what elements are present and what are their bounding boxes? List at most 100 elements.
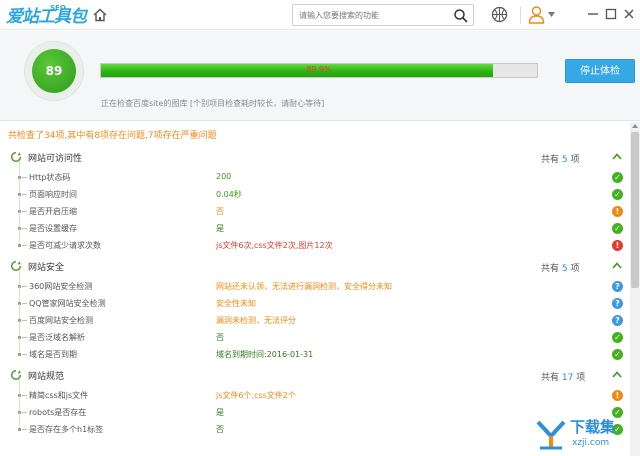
score-ring: 89 <box>24 41 84 101</box>
section-count-suffix: 项 <box>570 264 580 274</box>
tree-dash <box>22 337 27 338</box>
tree-dot <box>18 244 21 247</box>
tree-dash <box>22 228 27 229</box>
home-icon[interactable] <box>92 7 108 23</box>
check-value: 否 <box>216 333 224 342</box>
section-count-prefix: 共有 <box>541 373 560 383</box>
status-info-icon[interactable]: ? <box>612 281 623 292</box>
status-ok-icon[interactable]: ✓ <box>612 349 623 360</box>
section-count-number: 17 <box>561 373 574 383</box>
check-value: 是 <box>216 224 224 233</box>
close-icon[interactable] <box>622 7 636 21</box>
chevron-down-icon[interactable] <box>548 12 555 17</box>
logo-text: 爱站工具包 <box>6 7 87 27</box>
check-row: Http状态码 200 ✓ <box>0 161 640 186</box>
status-ok-icon[interactable]: ✓ <box>612 172 623 183</box>
section-count: 共有 5 项 <box>541 261 580 274</box>
search-box[interactable] <box>292 4 474 26</box>
check-label: 页面响应时间 <box>29 190 77 199</box>
status-info-icon[interactable]: ? <box>612 315 623 326</box>
tree-dash <box>22 286 27 287</box>
watermark-url: xzji.com <box>572 438 610 448</box>
check-label: QQ管家网站安全检测 <box>29 299 106 308</box>
chevron-up-icon[interactable] <box>612 371 622 378</box>
chevron-up-icon[interactable] <box>612 153 622 160</box>
check-label: 是否存在多个h1标签 <box>29 425 104 434</box>
maximize-icon[interactable] <box>604 7 618 21</box>
tree-dash <box>22 354 27 355</box>
check-value: 是 <box>216 408 224 417</box>
check-value: 漏洞未检测，无法评分 <box>216 316 296 325</box>
check-row: 域名是否到期 域名到期时间:2016-01-31 ✓ <box>0 338 640 363</box>
check-row: 百度网站安全检测 漏洞未检测，无法评分? <box>0 304 640 329</box>
tree-dash <box>22 412 27 413</box>
section-title: 网站可访问性 <box>28 154 83 164</box>
score-value: 89 <box>32 49 76 93</box>
check-value: 否 <box>216 425 224 434</box>
check-value: 0.04秒 <box>216 190 242 199</box>
scan-header: 89 89.9% 正在检查百度site的图库 [个别项目检查耗时较长，请耐心等待… <box>0 31 640 121</box>
tree-dash <box>22 395 27 396</box>
minimize-icon[interactable] <box>586 7 600 21</box>
tree-dash <box>22 245 27 246</box>
check-row: QQ管家网站安全检测 安全性未知? <box>0 287 640 312</box>
check-label: 是否开启压缩 <box>29 207 77 216</box>
app-logo[interactable]: 爱站工具包 SEO <box>6 3 87 27</box>
status-ok-icon[interactable]: ✓ <box>612 332 623 343</box>
tree-dash <box>22 320 27 321</box>
status-ok-icon[interactable]: ✓ <box>612 189 623 200</box>
search-input[interactable] <box>299 8 449 22</box>
check-value: 域名到期时间:2016-01-31 <box>216 350 314 359</box>
title-bar: 爱站工具包 SEO <box>0 0 640 30</box>
section-count-suffix: 项 <box>570 155 580 165</box>
section-header[interactable]: 网站可访问性 共有 5 项 <box>0 145 640 169</box>
scroll-up-icon[interactable] <box>632 124 638 128</box>
basketball-icon[interactable] <box>491 6 508 23</box>
status-warn-icon[interactable]: ! <box>612 206 623 217</box>
progress-label: 89.9% <box>306 65 332 74</box>
user-avatar-icon[interactable] <box>528 5 545 24</box>
section-count-prefix: 共有 <box>541 155 560 165</box>
check-value: 200 <box>216 172 232 181</box>
scan-status-text: 正在检查百度site的图库 [个别项目检查耗时较长，请耐心等待] <box>101 99 325 108</box>
section-count: 共有 5 项 <box>541 152 580 165</box>
tree-dot <box>18 428 21 431</box>
scrollbar-thumb[interactable] <box>631 132 639 288</box>
check-label: 精简css和js文件 <box>29 391 89 400</box>
status-info-icon[interactable]: ? <box>612 298 623 309</box>
check-label: 360网站安全检测 <box>29 282 93 291</box>
check-label: 域名是否到期 <box>29 350 77 359</box>
check-label: robots是否存在 <box>29 408 87 417</box>
result-list: 网站可访问性 共有 5 项 Http状态码 200 ✓ 页面响应时间 0.04秒 ✓ 是否开启压… <box>0 145 640 438</box>
tree-dot <box>18 353 21 356</box>
site-watermark: 下载集 xzji.com <box>532 414 636 454</box>
tree-dash <box>22 211 27 212</box>
scan-progress-bar: 89.9% <box>100 63 538 78</box>
check-row: 是否泛域名解析 否 ✓ <box>0 321 640 346</box>
check-row: 是否开启压缩 否! <box>0 195 640 220</box>
section-count: 共有 17 项 <box>541 370 585 383</box>
stop-scan-button[interactable]: 停止体检 <box>565 59 635 83</box>
check-row: 360网站安全检测 网站还未认领，无法进行漏洞检测，安全得分未知? <box>0 270 640 295</box>
status-warn-icon[interactable]: ! <box>612 390 623 401</box>
check-row: 精简css和js文件 js文件6个,css文件2个! <box>0 379 640 404</box>
logo-badge: SEO <box>50 4 66 12</box>
status-err-icon[interactable]: ! <box>612 240 623 251</box>
search-icon[interactable] <box>453 8 468 23</box>
section-count-suffix: 项 <box>576 373 586 383</box>
check-value: 否 <box>216 207 224 216</box>
section-refresh-icon <box>10 369 22 381</box>
section-count-prefix: 共有 <box>541 264 560 274</box>
chevron-up-icon[interactable] <box>612 262 622 269</box>
section-refresh-icon <box>10 260 22 272</box>
section-header[interactable]: 网站规范 共有 17 项 <box>0 363 640 387</box>
title-divider <box>520 6 521 24</box>
section-refresh-icon <box>10 151 22 163</box>
check-row: 是否可减少请求次数 js文件6次,css文件2次,图片12次! <box>0 229 640 254</box>
tree-dash <box>22 429 27 430</box>
check-label: 是否设置缓存 <box>29 224 77 233</box>
status-ok-icon[interactable]: ✓ <box>612 223 623 234</box>
tree-dash <box>22 303 27 304</box>
check-label: 百度网站安全检测 <box>29 316 93 325</box>
section-header[interactable]: 网站安全 共有 5 项 <box>0 254 640 278</box>
